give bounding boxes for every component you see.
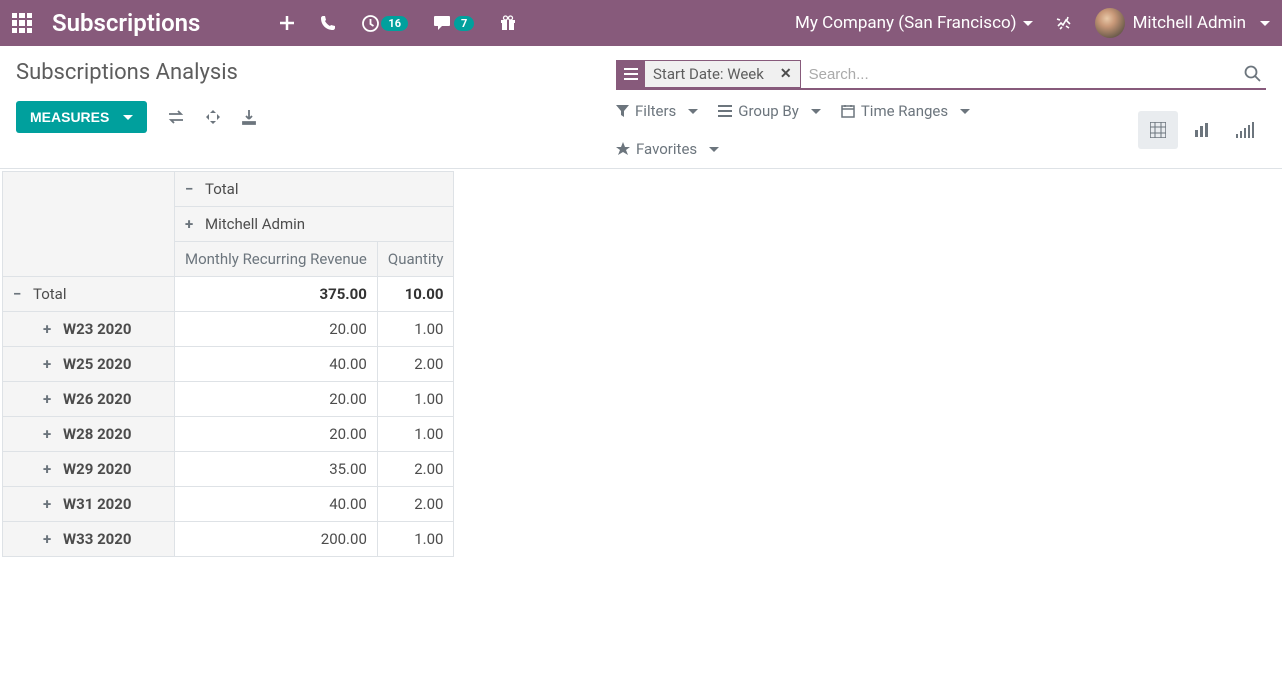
row-header[interactable]: + W23 2020	[3, 312, 175, 347]
avatar	[1095, 8, 1125, 38]
app-brand[interactable]: Subscriptions	[52, 9, 200, 37]
timeranges-dropdown[interactable]: Time Ranges	[841, 102, 970, 120]
cell-qty: 2.00	[377, 487, 454, 522]
facet-groupby-icon	[617, 61, 645, 87]
row-header[interactable]: + W28 2020	[3, 417, 175, 452]
row-header[interactable]: + W33 2020	[3, 522, 175, 557]
page-title: Subscriptions Analysis	[16, 60, 616, 85]
measure-header-mrr: Monthly Recurring Revenue	[175, 242, 378, 277]
download-icon[interactable]	[241, 109, 257, 125]
bar-chart-view-button[interactable]	[1182, 111, 1222, 149]
expand-plus-icon[interactable]: +	[43, 390, 57, 408]
search-facet: Start Date: Week ✕	[616, 60, 801, 88]
row-label: W33 2020	[63, 530, 132, 548]
messages-badge: 7	[454, 16, 474, 31]
cell-mrr: 20.00	[175, 382, 378, 417]
measures-label: MEASURES	[30, 109, 109, 125]
user-menu[interactable]: Mitchell Admin	[1095, 8, 1270, 38]
expand-plus-icon[interactable]: +	[185, 215, 199, 233]
cell-qty: 1.00	[377, 312, 454, 347]
cell-mrr: 40.00	[175, 487, 378, 522]
facet-remove-icon[interactable]: ✕	[772, 66, 800, 82]
cell-mrr: 200.00	[175, 522, 378, 557]
favorites-label: Favorites	[636, 140, 697, 158]
cell-qty: 1.00	[377, 522, 454, 557]
cell-qty: 2.00	[377, 347, 454, 382]
search-input[interactable]	[801, 62, 1240, 87]
pivot-table: −Total +Mitchell Admin Monthly Recurring…	[2, 171, 454, 557]
expand-plus-icon[interactable]: +	[43, 355, 57, 373]
col-total-header[interactable]: −Total	[175, 172, 454, 207]
pivot-area: −Total +Mitchell Admin Monthly Recurring…	[0, 169, 1282, 557]
search-bar: Start Date: Week ✕	[616, 60, 1266, 90]
expand-plus-icon[interactable]: +	[43, 495, 57, 513]
row-total-header[interactable]: −Total	[3, 277, 175, 312]
collapse-icon[interactable]: −	[185, 180, 199, 198]
row-label: W26 2020	[63, 390, 132, 408]
expand-plus-icon[interactable]: +	[43, 530, 57, 548]
row-label: W23 2020	[63, 320, 132, 338]
total-qty: 10.00	[377, 277, 454, 312]
flip-axis-icon[interactable]	[167, 110, 185, 124]
expand-icon[interactable]	[205, 109, 221, 125]
cell-mrr: 35.00	[175, 452, 378, 487]
expand-plus-icon[interactable]: +	[43, 460, 57, 478]
col-group-header[interactable]: +Mitchell Admin	[175, 207, 454, 242]
measures-button[interactable]: MEASURES	[16, 101, 147, 133]
cell-mrr: 20.00	[175, 417, 378, 452]
apps-icon[interactable]	[12, 13, 32, 33]
row-label: W31 2020	[63, 495, 132, 513]
row-label: W25 2020	[63, 355, 132, 373]
activities-badge: 16	[381, 16, 408, 31]
cell-qty: 1.00	[377, 417, 454, 452]
collapse-icon[interactable]: −	[13, 285, 27, 303]
cell-mrr: 40.00	[175, 347, 378, 382]
cell-mrr: 20.00	[175, 312, 378, 347]
main-navbar: Subscriptions 16 7 My Company (San Franc…	[0, 0, 1282, 46]
activities-icon[interactable]: 16	[362, 15, 408, 32]
timeranges-label: Time Ranges	[861, 102, 948, 120]
row-header[interactable]: + W25 2020	[3, 347, 175, 382]
search-icon[interactable]	[1240, 65, 1266, 83]
groupby-dropdown[interactable]: Group By	[718, 102, 821, 120]
user-name: Mitchell Admin	[1133, 13, 1246, 33]
phone-icon[interactable]	[320, 15, 336, 31]
filters-label: Filters	[635, 102, 676, 120]
cell-qty: 1.00	[377, 382, 454, 417]
cell-qty: 2.00	[377, 452, 454, 487]
row-header[interactable]: + W29 2020	[3, 452, 175, 487]
total-mrr: 375.00	[175, 277, 378, 312]
company-selector[interactable]: My Company (San Francisco)	[795, 13, 1033, 33]
facet-label: Start Date: Week	[645, 65, 772, 83]
favorites-dropdown[interactable]: Favorites	[616, 140, 1093, 158]
filters-dropdown[interactable]: Filters	[616, 102, 698, 120]
expand-plus-icon[interactable]: +	[43, 320, 57, 338]
measure-header-qty: Quantity	[377, 242, 454, 277]
pivot-view-button[interactable]	[1138, 111, 1178, 149]
row-label: W28 2020	[63, 425, 132, 443]
debug-icon[interactable]	[1055, 14, 1073, 32]
gift-icon[interactable]	[500, 15, 516, 31]
company-name: My Company (San Francisco)	[795, 13, 1017, 33]
control-panel: Subscriptions Analysis MEASURES Sta	[0, 46, 1282, 169]
messages-icon[interactable]: 7	[434, 15, 474, 31]
row-label: W29 2020	[63, 460, 132, 478]
groupby-label: Group By	[738, 102, 799, 120]
graph-view-button[interactable]	[1226, 111, 1266, 149]
row-header[interactable]: + W26 2020	[3, 382, 175, 417]
row-header[interactable]: + W31 2020	[3, 487, 175, 522]
new-icon[interactable]	[280, 16, 294, 30]
expand-plus-icon[interactable]: +	[43, 425, 57, 443]
